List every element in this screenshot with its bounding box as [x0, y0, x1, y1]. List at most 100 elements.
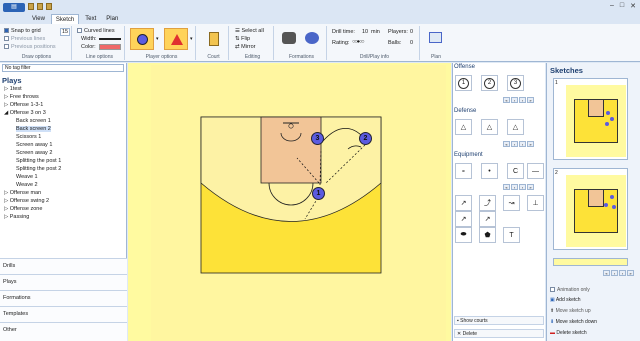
next-last-icon[interactable]: » — [527, 97, 534, 103]
arrow-curved-icon[interactable]: ↗ — [455, 211, 472, 227]
sketch-prev-first-icon[interactable]: « — [603, 270, 610, 276]
tree-item[interactable]: ▷ Offense swing 2 — [4, 198, 49, 204]
tree-item[interactable]: Screen away 2 — [16, 150, 52, 156]
prev-first-icon[interactable]: « — [503, 184, 510, 190]
sketch-next-icon[interactable]: › — [619, 270, 626, 276]
prev-icon[interactable]: ‹ — [511, 141, 518, 147]
court-background[interactable]: 1 2 3 — [151, 65, 446, 341]
drill-time-input[interactable]: 10 — [362, 29, 368, 35]
equipment-c[interactable]: C — [507, 163, 524, 179]
equipment-cone[interactable]: ∘ — [455, 163, 472, 179]
player-style-button[interactable] — [130, 28, 154, 50]
text-tool-icon[interactable]: T — [503, 227, 520, 243]
next-icon[interactable]: › — [519, 141, 526, 147]
app-menu-button[interactable]: ▤ — [3, 3, 25, 12]
ellipse-shape-icon[interactable]: ⬬ — [455, 227, 472, 243]
next-last-icon[interactable]: » — [527, 141, 534, 147]
defender-triangle-3[interactable]: △ — [507, 119, 524, 135]
animation-only-checkbox[interactable]: Animation only — [548, 286, 638, 295]
prev-icon[interactable]: ‹ — [511, 97, 518, 103]
tree-item[interactable]: ▷ Offense 1-3-1 — [4, 102, 43, 108]
nav-templates[interactable]: Templates — [0, 306, 127, 322]
nav-drills[interactable]: Drills — [0, 258, 127, 274]
tree-item[interactable]: ▷ Passing — [4, 214, 29, 220]
arrow-straight-icon[interactable]: ↗ — [455, 195, 472, 211]
court-icon[interactable] — [209, 32, 219, 46]
offense-player-3[interactable]: 3 — [507, 75, 524, 91]
select-all-button[interactable]: ☰ Select all — [235, 28, 264, 34]
next-last-icon[interactable]: » — [527, 184, 534, 190]
player-style-dropdown-icon[interactable]: ▾ — [156, 36, 159, 42]
plan-icon[interactable] — [429, 32, 442, 43]
curved-lines-checkbox[interactable]: Curved lines — [77, 28, 115, 34]
tree-item[interactable]: Weave 1 — [16, 174, 38, 180]
equipment-ball[interactable]: • — [481, 163, 498, 179]
snap-to-grid-checkbox[interactable]: Snap to grid — [4, 28, 41, 34]
minimize-button[interactable]: – — [610, 2, 614, 10]
tree-item[interactable]: ▷ Free throws — [4, 94, 39, 100]
tree-item[interactable]: Weave 2 — [16, 182, 38, 188]
sketch-thumbnail-3[interactable] — [553, 258, 628, 266]
save-icon[interactable] — [28, 3, 34, 10]
nav-formations[interactable]: Formations — [0, 290, 127, 306]
tab-text[interactable]: Text — [81, 14, 100, 24]
nav-other[interactable]: Other — [0, 322, 127, 341]
offense-player-1[interactable]: 1 — [455, 75, 472, 91]
player-3-token[interactable]: 3 — [311, 132, 324, 145]
close-button[interactable]: ✕ — [630, 2, 636, 10]
offense-player-2[interactable]: 2 — [481, 75, 498, 91]
mirror-button[interactable]: ⇄ Mirror — [235, 44, 256, 50]
line-width-selector[interactable] — [99, 38, 121, 40]
prev-first-icon[interactable]: « — [503, 97, 510, 103]
equipment-bar[interactable]: — — [527, 163, 544, 179]
line-color-selector[interactable] — [99, 44, 121, 50]
sketch-thumbnail-1[interactable]: 1 — [553, 78, 628, 160]
tab-plan[interactable]: Plan — [102, 14, 122, 24]
arrow-thin-icon[interactable]: ↗ — [479, 211, 496, 227]
delete-button[interactable]: ✕ Delete — [454, 329, 544, 338]
defender-triangle-2[interactable]: △ — [481, 119, 498, 135]
sketch-next-last-icon[interactable]: » — [627, 270, 634, 276]
tree-item[interactable]: ▷ Offense zone — [4, 206, 42, 212]
rating-stars[interactable]: ○○●○○ — [352, 39, 365, 45]
show-courts-button[interactable]: ▪ Show courts — [454, 316, 544, 325]
defender-style-dropdown-icon[interactable]: ▾ — [190, 36, 193, 42]
flip-button[interactable]: ⇅ Flip — [235, 36, 250, 42]
player-2-token[interactable]: 2 — [359, 132, 372, 145]
next-icon[interactable]: › — [519, 97, 526, 103]
formation-team-icon[interactable] — [305, 32, 319, 44]
previous-lines-checkbox[interactable]: Previous lines — [4, 36, 45, 42]
tree-item[interactable]: Screen away 1 — [16, 142, 52, 148]
arrow-dashed-icon[interactable]: ⤴ — [479, 195, 496, 211]
tree-item[interactable]: Back screen 1 — [16, 118, 51, 124]
tree-item[interactable]: ◢ Offense 3 on 3 — [4, 110, 46, 116]
tab-view[interactable]: View — [28, 14, 49, 24]
move-sketch-up-button[interactable]: ⬆ Move sketch up — [548, 307, 638, 316]
grid-size-input[interactable]: 15 — [60, 28, 71, 36]
open-icon[interactable] — [37, 3, 43, 10]
prev-icon[interactable]: ‹ — [511, 184, 518, 190]
arrow-zigzag-icon[interactable]: ↝ — [503, 195, 520, 211]
tab-sketch[interactable]: Sketch — [50, 14, 80, 24]
polygon-shape-icon[interactable]: ⬟ — [479, 227, 496, 243]
maximize-button[interactable]: □ — [620, 2, 624, 10]
undo-icon[interactable] — [46, 3, 52, 10]
screen-line-icon[interactable]: ⊥ — [527, 195, 544, 211]
previous-positions-checkbox[interactable]: Previous positions — [4, 44, 56, 50]
next-icon[interactable]: › — [519, 184, 526, 190]
tree-item[interactable]: ▷ 1test — [4, 86, 22, 92]
tree-item[interactable]: ▷ Offense man — [4, 190, 41, 196]
defender-triangle-1[interactable]: △ — [455, 119, 472, 135]
tree-item[interactable]: Splitting the post 2 — [16, 166, 61, 172]
tree-item[interactable]: Scissors 1 — [16, 134, 41, 140]
formation-players-icon[interactable] — [282, 32, 296, 44]
move-sketch-down-button[interactable]: ⬇ Move sketch down — [548, 318, 638, 327]
add-sketch-button[interactable]: ▣ Add sketch — [548, 296, 638, 305]
sketch-prev-icon[interactable]: ‹ — [611, 270, 618, 276]
tree-item-selected[interactable]: Back screen 2 — [16, 126, 51, 132]
prev-first-icon[interactable]: « — [503, 141, 510, 147]
nav-plays[interactable]: Plays — [0, 274, 127, 290]
delete-sketch-button[interactable]: ▬ Delete sketch — [548, 329, 638, 338]
sketch-thumbnail-2[interactable]: 2 — [553, 168, 628, 250]
player-1-token[interactable]: 1 — [312, 187, 325, 200]
